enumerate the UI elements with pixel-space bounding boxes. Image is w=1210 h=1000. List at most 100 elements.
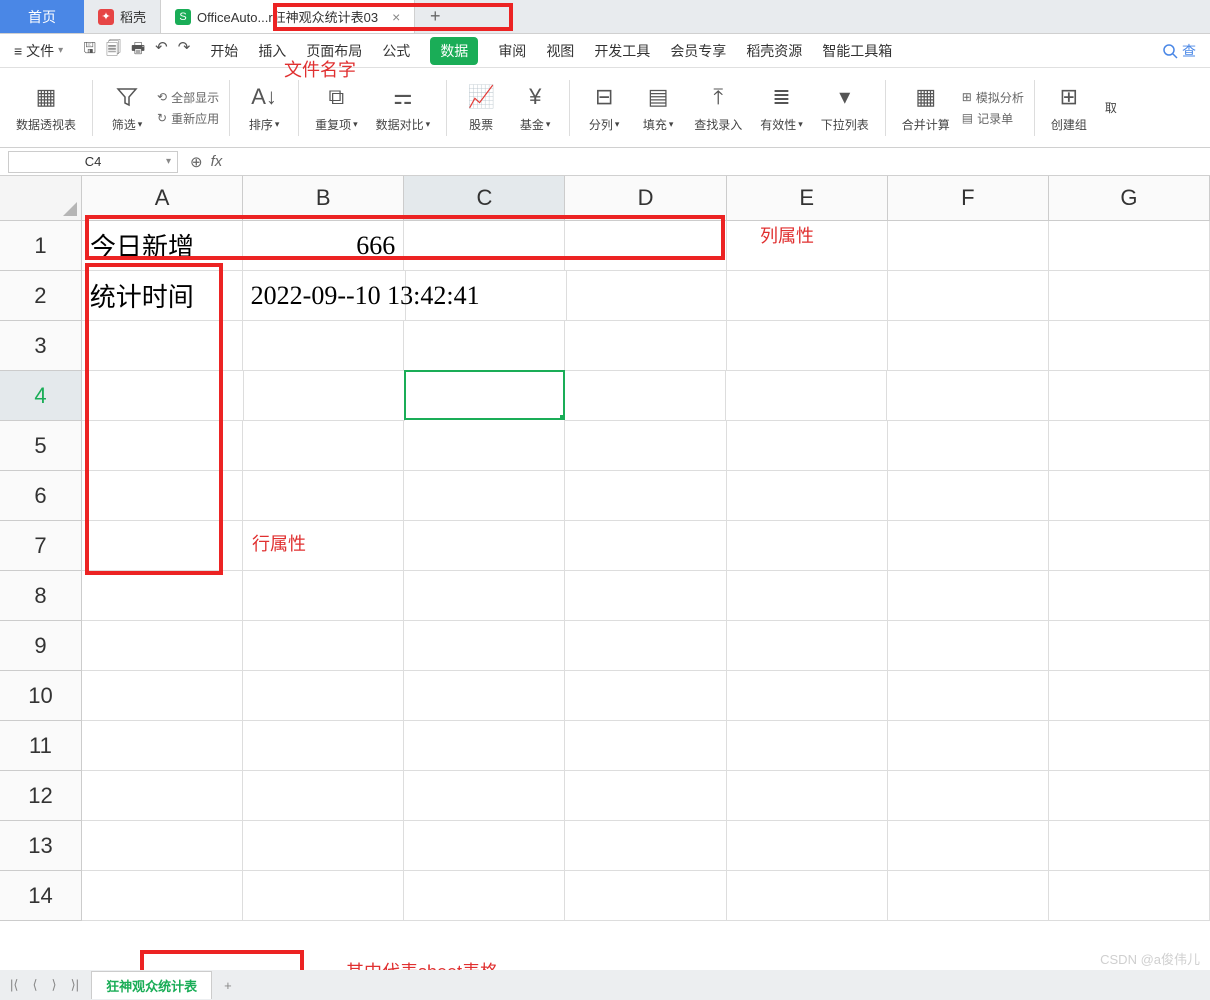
cell-D6[interactable] [565, 471, 726, 521]
cell-B14[interactable] [243, 871, 404, 921]
cell-F9[interactable] [888, 621, 1049, 671]
menutab-9[interactable]: 稻壳资源 [746, 41, 802, 61]
cell-E4[interactable] [726, 371, 887, 421]
tool-reapply[interactable]: ↻ 重新应用 [157, 110, 219, 127]
row-head-8[interactable]: 8 [0, 571, 82, 621]
close-icon[interactable]: × [392, 9, 400, 25]
cell-D3[interactable] [565, 321, 726, 371]
menu-hamburger[interactable]: ≡ 文件 ▾ [14, 41, 63, 61]
cell-F13[interactable] [888, 821, 1049, 871]
cell-B8[interactable] [243, 571, 404, 621]
name-box[interactable]: C4 ▾ [8, 151, 178, 173]
cell-B12[interactable] [243, 771, 404, 821]
cell-A6[interactable] [82, 471, 243, 521]
cell-F11[interactable] [888, 721, 1049, 771]
select-all-corner[interactable] [0, 176, 82, 221]
cell-C9[interactable] [404, 621, 565, 671]
cell-G11[interactable] [1049, 721, 1210, 771]
cell-A1[interactable]: 今日新增 [82, 221, 243, 271]
tool-group[interactable]: ⊞ 创建组 [1045, 78, 1093, 137]
row-head-1[interactable]: 1 [0, 221, 82, 271]
cell-E13[interactable] [727, 821, 888, 871]
cell-E14[interactable] [727, 871, 888, 921]
cell-E1[interactable] [727, 221, 888, 271]
cell-E6[interactable] [727, 471, 888, 521]
cell-G8[interactable] [1049, 571, 1210, 621]
cell-D14[interactable] [565, 871, 726, 921]
cell-D13[interactable] [565, 821, 726, 871]
cell-C12[interactable] [404, 771, 565, 821]
cell-F1[interactable] [888, 221, 1049, 271]
cell-G4[interactable] [1049, 371, 1210, 421]
print-icon[interactable]: 🖶 [131, 38, 145, 63]
cell-B10[interactable] [243, 671, 404, 721]
col-head-D[interactable]: D [565, 176, 726, 221]
cell-E8[interactable] [727, 571, 888, 621]
cell-A13[interactable] [82, 821, 243, 871]
cell-G2[interactable] [1049, 271, 1210, 321]
menutab-2[interactable]: 页面布局 [306, 41, 362, 61]
col-head-C[interactable]: C [404, 176, 565, 221]
cell-C10[interactable] [404, 671, 565, 721]
cell-A5[interactable] [82, 421, 243, 471]
cell-C13[interactable] [404, 821, 565, 871]
cell-D4[interactable] [564, 371, 725, 421]
nav-next-icon[interactable]: ⟩ [50, 977, 59, 993]
tool-whatif[interactable]: ⊞ 模拟分析 [962, 89, 1024, 106]
menutab-3[interactable]: 公式 [382, 41, 410, 61]
redo-icon[interactable]: ↷ [178, 38, 191, 63]
row-head-4[interactable]: 4 [0, 371, 82, 421]
row-head-9[interactable]: 9 [0, 621, 82, 671]
cell-F2[interactable] [888, 271, 1049, 321]
tool-form[interactable]: ▤ 记录单 [962, 110, 1024, 127]
tool-dup[interactable]: ⧉ 重复项▾ [309, 78, 364, 137]
col-head-B[interactable]: B [243, 176, 404, 221]
col-head-A[interactable]: A [82, 176, 243, 221]
cell-E2[interactable] [727, 271, 888, 321]
tool-compare[interactable]: ⚎ 数据对比▾ [370, 78, 437, 137]
zoom-icon[interactable]: ⊕ [190, 153, 203, 171]
nav-first-icon[interactable]: |⟨ [8, 977, 20, 993]
cell-F7[interactable] [888, 521, 1049, 571]
cell-C11[interactable] [404, 721, 565, 771]
col-head-G[interactable]: G [1049, 176, 1210, 221]
tool-filter[interactable]: 筛选▾ [103, 78, 151, 137]
tool-fill[interactable]: ▤ 填充▾ [634, 78, 682, 137]
menutab-10[interactable]: 智能工具箱 [822, 41, 892, 61]
cell-F4[interactable] [887, 371, 1048, 421]
cell-E9[interactable] [727, 621, 888, 671]
cell-B9[interactable] [243, 621, 404, 671]
tool-dropdown[interactable]: ▾ 下拉列表 [815, 78, 875, 137]
tool-showall[interactable]: ⟲ 全部显示 [157, 89, 219, 106]
tab-home[interactable]: 首页 [0, 0, 84, 33]
cell-B4[interactable] [244, 371, 405, 421]
cell-D5[interactable] [565, 421, 726, 471]
tool-valid[interactable]: ≣ 有效性▾ [754, 78, 809, 137]
add-sheet-icon[interactable]: + [222, 978, 234, 993]
tool-pivot[interactable]: ▦ 数据透视表 [10, 78, 82, 137]
cell-D11[interactable] [565, 721, 726, 771]
cell-C7[interactable] [404, 521, 565, 571]
cell-B3[interactable] [243, 321, 404, 371]
cell-D1[interactable] [565, 221, 726, 271]
row-head-12[interactable]: 12 [0, 771, 82, 821]
cell-F14[interactable] [888, 871, 1049, 921]
row-head-13[interactable]: 13 [0, 821, 82, 871]
col-head-F[interactable]: F [888, 176, 1049, 221]
save-as-icon[interactable]: 🗐 [106, 38, 121, 63]
col-head-E[interactable]: E [727, 176, 888, 221]
cell-B5[interactable] [243, 421, 404, 471]
cell-G14[interactable] [1049, 871, 1210, 921]
row-head-5[interactable]: 5 [0, 421, 82, 471]
fx-label[interactable]: fx [211, 153, 223, 170]
cell-C14[interactable] [404, 871, 565, 921]
cell-A7[interactable] [82, 521, 243, 571]
cell-C4[interactable] [404, 370, 565, 420]
cell-C5[interactable] [404, 421, 565, 471]
cell-G7[interactable] [1049, 521, 1210, 571]
cell-D8[interactable] [565, 571, 726, 621]
cell-A8[interactable] [82, 571, 243, 621]
nav-prev-icon[interactable]: ⟨ [30, 977, 39, 993]
cell-F10[interactable] [888, 671, 1049, 721]
cell-A9[interactable] [82, 621, 243, 671]
